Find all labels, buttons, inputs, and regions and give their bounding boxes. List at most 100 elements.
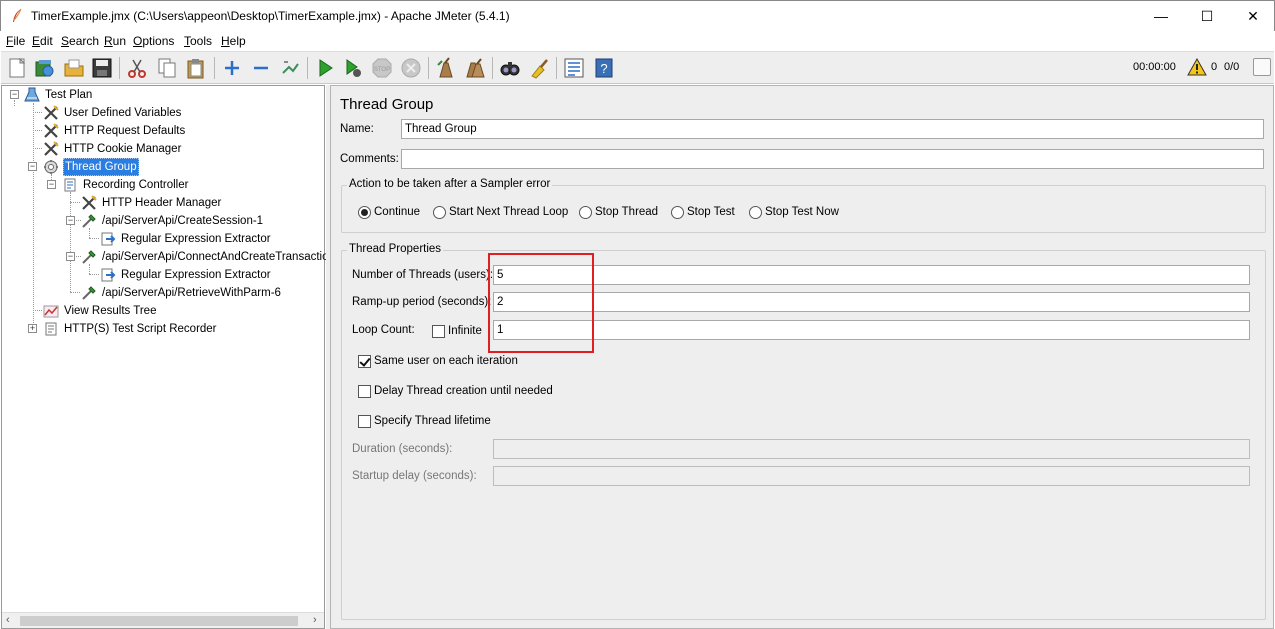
expand-icon[interactable]	[221, 57, 243, 79]
scrollbar-thumb[interactable]	[20, 616, 298, 626]
collapse-thread-group-toggle[interactable]: −	[28, 162, 37, 171]
menu-edit[interactable]: Edit	[32, 34, 53, 48]
error-count: 0	[1211, 61, 1218, 73]
comments-field[interactable]	[401, 149, 1264, 169]
menu-file[interactable]: File	[6, 34, 25, 48]
maximize-button[interactable]: ☐	[1184, 1, 1230, 31]
help-icon[interactable]: ?	[593, 57, 615, 79]
save-icon[interactable]	[91, 57, 113, 79]
toolbar-separator	[119, 57, 120, 79]
sampler-icon	[82, 250, 96, 264]
tree-line	[33, 148, 42, 149]
tree-line	[33, 103, 34, 329]
menu-run-label: un	[112, 34, 127, 48]
name-label: Name:	[340, 123, 374, 135]
scroll-right-icon[interactable]: ›	[313, 614, 317, 626]
menu-file-label: ile	[13, 34, 26, 48]
radio-button[interactable]	[358, 206, 371, 219]
post-processor-icon	[101, 232, 116, 246]
sampler-icon	[82, 286, 96, 300]
sampler-error-group-title: Action to be taken after a Sampler error	[347, 178, 553, 190]
toggle-icon[interactable]	[279, 57, 301, 79]
tree-line	[14, 100, 15, 106]
svg-text:?: ?	[600, 61, 607, 76]
thread-group-panel: Thread Group Name: Thread Group Comments…	[330, 85, 1274, 629]
tree-node-label: Regular Expression Extractor	[121, 233, 271, 245]
scroll-left-icon[interactable]: ‹	[6, 614, 10, 626]
radio-label: Stop Thread	[595, 206, 659, 218]
checkbox-label: Delay Thread creation until needed	[374, 385, 553, 397]
menu-help-mnemonic: H	[221, 34, 230, 48]
cut-icon[interactable]	[126, 57, 148, 79]
number-of-threads-field[interactable]: 5	[493, 265, 1250, 285]
menu-search-label: earch	[69, 34, 100, 48]
templates-icon[interactable]	[33, 57, 55, 79]
menu-options[interactable]: Options	[133, 34, 174, 48]
collapse-sampler-toggle[interactable]: −	[66, 216, 75, 225]
tree-node-label: User Defined Variables	[64, 107, 182, 119]
checkbox[interactable]	[358, 355, 371, 368]
start-icon[interactable]	[314, 57, 336, 79]
clear-all-icon[interactable]	[464, 57, 486, 79]
config-element-icon	[44, 141, 59, 156]
jmeter-feather-icon	[13, 8, 22, 22]
tree-node-label: HTTP Request Defaults	[64, 125, 186, 137]
test-plan-tree: − − − − − + Test Plan User Defined Varia…	[1, 85, 335, 629]
close-button[interactable]: ✕	[1230, 1, 1275, 31]
reset-search-icon[interactable]	[528, 57, 550, 79]
collapse-sampler-toggle[interactable]: −	[66, 252, 75, 261]
startup-delay-field	[493, 466, 1250, 486]
start-no-pauses-icon[interactable]	[342, 57, 364, 79]
duration-label: Duration (seconds):	[352, 443, 453, 455]
new-icon[interactable]	[6, 57, 28, 79]
radio-label: Stop Test Now	[765, 206, 839, 218]
tree-node-label: Thread Group	[63, 158, 139, 176]
collapse-recording-controller-toggle[interactable]: −	[47, 180, 56, 189]
collapse-icon[interactable]	[250, 57, 272, 79]
clear-icon[interactable]	[435, 57, 457, 79]
function-helper-icon[interactable]	[563, 57, 585, 79]
radio-button[interactable]	[671, 206, 684, 219]
minimize-button[interactable]: —	[1138, 1, 1184, 31]
tree-line	[33, 310, 42, 311]
menu-options-label: ptions	[142, 34, 175, 48]
menu-run-mnemonic: R	[104, 34, 113, 48]
stop-icon: STOP	[372, 58, 392, 78]
paste-icon[interactable]	[185, 57, 207, 79]
name-field[interactable]: Thread Group	[401, 119, 1264, 139]
panel-title: Thread Group	[340, 96, 434, 113]
menu-help-label: elp	[229, 34, 246, 48]
checkbox-label: Same user on each iteration	[374, 355, 518, 367]
tree-horizontal-scrollbar[interactable]: ‹ ›	[2, 612, 324, 628]
tree-node-label: HTTP Header Manager	[102, 197, 222, 209]
loop-count-field[interactable]: 1	[493, 320, 1250, 340]
config-element-icon	[44, 105, 59, 120]
radio-button[interactable]	[579, 206, 592, 219]
collapse-test-plan-toggle[interactable]: −	[10, 90, 19, 99]
checkbox[interactable]	[358, 415, 371, 428]
expand-recorder-toggle[interactable]: +	[28, 324, 37, 333]
post-processor-icon	[101, 268, 116, 282]
open-icon[interactable]	[63, 57, 85, 79]
tree-node-label: Test Plan	[45, 89, 93, 101]
tree-node-label: Recording Controller	[83, 179, 189, 191]
radio-button[interactable]	[433, 206, 446, 219]
menu-search[interactable]: Search	[61, 34, 99, 48]
menu-run[interactable]: Run	[104, 34, 126, 48]
checkbox[interactable]	[358, 385, 371, 398]
warning-icon[interactable]	[1187, 58, 1207, 76]
menu-edit-label: dit	[40, 34, 53, 48]
shutdown-icon	[401, 58, 421, 78]
log-viewer-toggle-icon[interactable]	[1253, 58, 1271, 76]
menu-help[interactable]: Help	[221, 34, 246, 48]
radio-button[interactable]	[749, 206, 762, 219]
toolbar-separator	[307, 57, 308, 79]
copy-icon[interactable]	[156, 57, 178, 79]
toolbar-separator	[428, 57, 429, 79]
duration-field	[493, 439, 1250, 459]
search-icon[interactable]	[499, 57, 521, 79]
menu-tools[interactable]: Tools	[184, 34, 212, 48]
checkbox[interactable]	[432, 325, 445, 338]
rampup-period-field[interactable]: 2	[493, 292, 1250, 312]
annotation-highlight-box	[488, 253, 594, 353]
